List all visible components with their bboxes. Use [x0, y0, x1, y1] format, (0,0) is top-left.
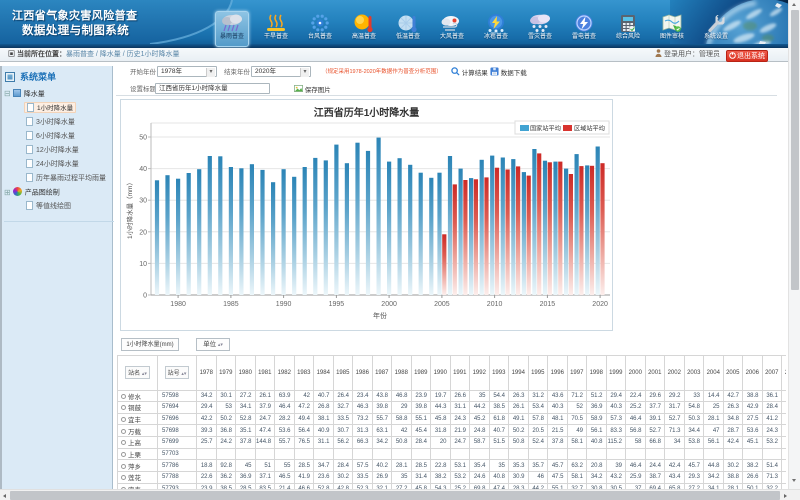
svg-text:10: 10 [139, 261, 147, 268]
svg-text:1980: 1980 [170, 301, 186, 308]
svg-text:2015: 2015 [540, 301, 556, 308]
svg-text:1990: 1990 [276, 301, 292, 308]
svg-text:30: 30 [139, 198, 147, 205]
svg-text:2005: 2005 [434, 301, 450, 308]
svg-text:1985: 1985 [223, 301, 239, 308]
svg-text:国家站平均: 国家站平均 [530, 125, 561, 133]
svg-text:40: 40 [139, 166, 147, 173]
svg-text:1小时降水量（mm）: 1小时降水量（mm） [125, 179, 134, 239]
svg-text:20: 20 [139, 229, 147, 236]
svg-text:2010: 2010 [487, 301, 503, 308]
svg-text:1995: 1995 [329, 301, 345, 308]
svg-text:50: 50 [139, 135, 147, 142]
svg-text:0: 0 [143, 293, 147, 300]
svg-text:2000: 2000 [381, 301, 397, 308]
svg-text:2020: 2020 [592, 301, 608, 308]
svg-text:区域站平均: 区域站平均 [574, 125, 605, 133]
svg-text:年份: 年份 [373, 311, 387, 320]
